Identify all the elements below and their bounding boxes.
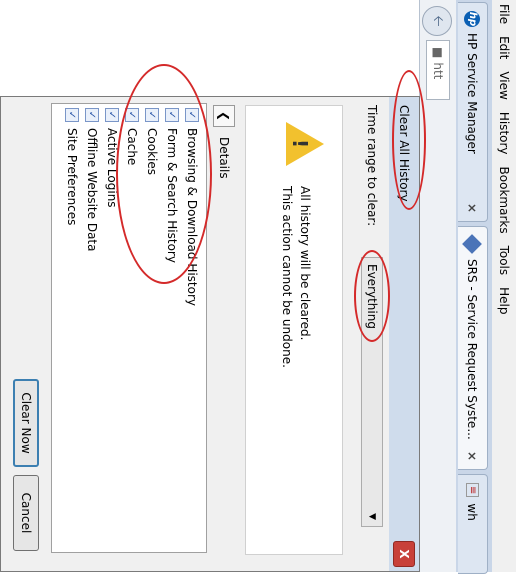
nav-bar: 🡠 ■ htt: [419, 0, 456, 572]
checkbox[interactable]: ✓: [105, 108, 119, 122]
browser-window: File Edit View History Bookmarks Tools H…: [0, 0, 516, 574]
details-toggle[interactable]: ❮ Details: [213, 105, 235, 179]
checkbox[interactable]: ✓: [85, 108, 99, 122]
menu-file[interactable]: File: [497, 4, 511, 24]
list-item-label: Offline Website Data: [85, 128, 99, 252]
list-item[interactable]: ✓ Site Preferences: [62, 108, 82, 548]
menu-bar: File Edit View History Bookmarks Tools H…: [492, 0, 516, 572]
menu-history[interactable]: History: [497, 112, 511, 155]
menu-help[interactable]: Help: [497, 287, 511, 314]
site-icon: ≡: [466, 483, 479, 498]
chevron-icon[interactable]: ❮: [213, 105, 235, 127]
annotation-ellipse-range: [354, 250, 390, 342]
warning-line-2: This action cannot be undone.: [280, 186, 294, 368]
tab-wh[interactable]: ≡ wh: [458, 474, 488, 574]
cancel-button[interactable]: Cancel: [13, 475, 39, 551]
list-item-label: Site Preferences: [65, 128, 79, 226]
warning-exclamation: !: [288, 139, 312, 149]
srs-icon: [462, 234, 483, 254]
checkbox[interactable]: ✓: [65, 108, 79, 122]
menu-edit[interactable]: Edit: [497, 36, 511, 59]
tab-close-icon[interactable]: ×: [466, 197, 480, 213]
details-label: Details: [217, 137, 231, 179]
time-range-label: Time range to clear:: [365, 105, 379, 227]
menu-bookmarks[interactable]: Bookmarks: [497, 167, 511, 234]
list-item[interactable]: ✓ Offline Website Data: [82, 108, 102, 548]
dropdown-arrow-icon: ▼: [367, 513, 377, 520]
tab-srs[interactable]: SRS - Service Request Syste... ×: [458, 226, 488, 470]
hp-icon: hp: [464, 11, 481, 27]
clear-now-button[interactable]: Clear Now: [13, 379, 39, 467]
menu-view[interactable]: View: [497, 71, 511, 99]
url-bar[interactable]: ■ htt: [426, 40, 450, 100]
tab-title: SRS - Service Request Syste...: [465, 259, 480, 440]
lock-icon: ■: [431, 47, 445, 59]
warning-box: ! All history will be cleared. This acti…: [245, 105, 343, 555]
back-arrow-icon[interactable]: 🡠: [422, 6, 452, 36]
warning-text: All history will be cleared. This action…: [278, 186, 314, 368]
tab-title: HP Service Manager: [465, 33, 480, 154]
dialog-close-icon[interactable]: X: [393, 541, 415, 567]
tab-title: wh: [465, 503, 480, 521]
annotation-ellipse-items: [116, 64, 212, 284]
tab-close-icon[interactable]: ×: [466, 445, 480, 461]
tab-bar: hp HP Service Manager × SRS - Service Re…: [456, 0, 492, 574]
warning-line-1: All history will be cleared.: [298, 186, 312, 341]
tab-hp-service-manager[interactable]: hp HP Service Manager ×: [458, 2, 488, 222]
menu-tools[interactable]: Tools: [497, 246, 511, 276]
annotation-ellipse-title: [392, 70, 426, 210]
url-text: htt: [431, 62, 445, 80]
